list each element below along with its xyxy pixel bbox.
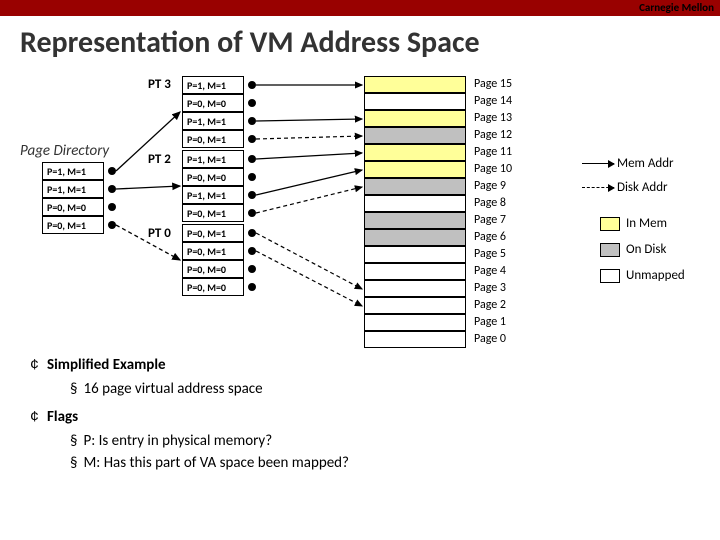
legend-unmapped-label: Unmapped <box>626 268 685 283</box>
page-box <box>364 246 466 263</box>
brand-label: Carnegie Mellon <box>639 0 714 16</box>
dot <box>108 221 116 229</box>
notes-flags: ¢Flags <box>30 408 78 426</box>
pt-entry: P=1, M=1 <box>182 186 244 204</box>
notes-b2: P: Is entry in physical memory? <box>83 432 272 450</box>
legend-in-mem: In Mem <box>600 216 667 231</box>
pt-entry: P=0, M=1 <box>182 242 244 260</box>
page-box <box>364 229 466 246</box>
page-box <box>364 76 466 93</box>
page-box <box>364 127 466 144</box>
legend-mem-addr: Mem Addr <box>582 156 674 171</box>
legend-disk-addr: Disk Addr <box>582 180 668 195</box>
dot <box>108 185 116 193</box>
pt0-label: PT 0 <box>148 226 171 241</box>
page-box <box>364 212 466 229</box>
dot <box>108 167 116 175</box>
pt-entry: P=1, M=1 <box>182 112 244 130</box>
page-label: Page 10 <box>474 162 512 176</box>
page-label: Page 7 <box>474 213 506 227</box>
page-directory-label: Page Directory <box>20 142 109 160</box>
page-box <box>364 144 466 161</box>
page-box <box>364 195 466 212</box>
pt2-label: PT 2 <box>148 152 171 167</box>
page-box <box>364 314 466 331</box>
dot <box>248 209 256 217</box>
dot <box>248 135 256 143</box>
page-label: Page 13 <box>474 111 512 125</box>
page-box <box>364 280 466 297</box>
swatch-gray <box>600 243 620 257</box>
swatch-yellow <box>600 217 620 231</box>
pt-entry: P=0, M=0 <box>182 278 244 296</box>
pt-entry: P=0, M=1 <box>182 204 244 222</box>
dot <box>248 191 256 199</box>
notes-b3: M: Has this part of VA space been mapped… <box>83 454 349 472</box>
page-label: Page 0 <box>474 332 506 346</box>
dot <box>248 173 256 181</box>
pt-entry: P=0, M=0 <box>182 94 244 112</box>
pd-entry: P=1, M=1 <box>42 162 104 180</box>
page-box <box>364 93 466 110</box>
page-label: Page 5 <box>474 247 506 261</box>
notes-b2-row: §P: Is entry in physical memory? <box>30 432 272 450</box>
page-label: Page 1 <box>474 315 506 329</box>
page-box <box>364 331 466 348</box>
page-label: Page 6 <box>474 230 506 244</box>
header-bar <box>0 0 720 16</box>
pt-entry: P=1, M=1 <box>182 76 244 94</box>
dot <box>108 203 116 211</box>
page-label: Page 3 <box>474 281 506 295</box>
legend-mem-addr-label: Mem Addr <box>617 156 674 171</box>
pt-entry: P=0, M=0 <box>182 260 244 278</box>
pt-entry: P=1, M=1 <box>182 150 244 168</box>
page-box <box>364 161 466 178</box>
page-label: Page 14 <box>474 94 512 108</box>
page-box <box>364 110 466 127</box>
dot <box>248 155 256 163</box>
legend-disk-addr-label: Disk Addr <box>617 180 668 195</box>
legend-on-disk: On Disk <box>600 242 666 257</box>
legend-on-disk-label: On Disk <box>626 242 666 257</box>
notes-simplified: ¢Simplified Example <box>30 356 166 374</box>
page-label: Page 2 <box>474 298 506 312</box>
dot <box>248 247 256 255</box>
page-label: Page 12 <box>474 128 512 142</box>
notes-b1-row: §16 page virtual address space <box>30 380 263 398</box>
pd-entry: P=1, M=1 <box>42 180 104 198</box>
pt-entry: P=0, M=1 <box>182 130 244 148</box>
pt-entry: P=0, M=1 <box>182 224 244 242</box>
page-label: Page 4 <box>474 264 506 278</box>
page-box <box>364 297 466 314</box>
page-box <box>364 178 466 195</box>
dot <box>248 283 256 291</box>
slide-title: Representation of VM Address Space <box>20 24 480 61</box>
dot <box>248 99 256 107</box>
notes-b3-row: §M: Has this part of VA space been mappe… <box>30 454 350 472</box>
swatch-white <box>600 269 620 283</box>
pd-entry: P=0, M=1 <box>42 216 104 234</box>
dot <box>248 117 256 125</box>
notes-h1: Simplified Example <box>47 356 166 374</box>
pt3-label: PT 3 <box>148 77 171 92</box>
dot <box>248 229 256 237</box>
dot <box>248 265 256 273</box>
page-box <box>364 263 466 280</box>
dot <box>248 81 256 89</box>
pt-entry: P=0, M=0 <box>182 168 244 186</box>
legend-unmapped: Unmapped <box>600 268 685 283</box>
page-label: Page 15 <box>474 77 512 91</box>
notes-h2: Flags <box>47 408 78 426</box>
diagram-area: Page Directory P=1, M=1 P=1, M=1 P=0, M=… <box>0 76 720 540</box>
page-label: Page 11 <box>474 145 512 159</box>
pd-entry: P=0, M=0 <box>42 198 104 216</box>
page-label: Page 8 <box>474 196 506 210</box>
page-label: Page 9 <box>474 179 506 193</box>
legend-in-mem-label: In Mem <box>626 216 667 231</box>
notes-b1: 16 page virtual address space <box>83 380 262 398</box>
